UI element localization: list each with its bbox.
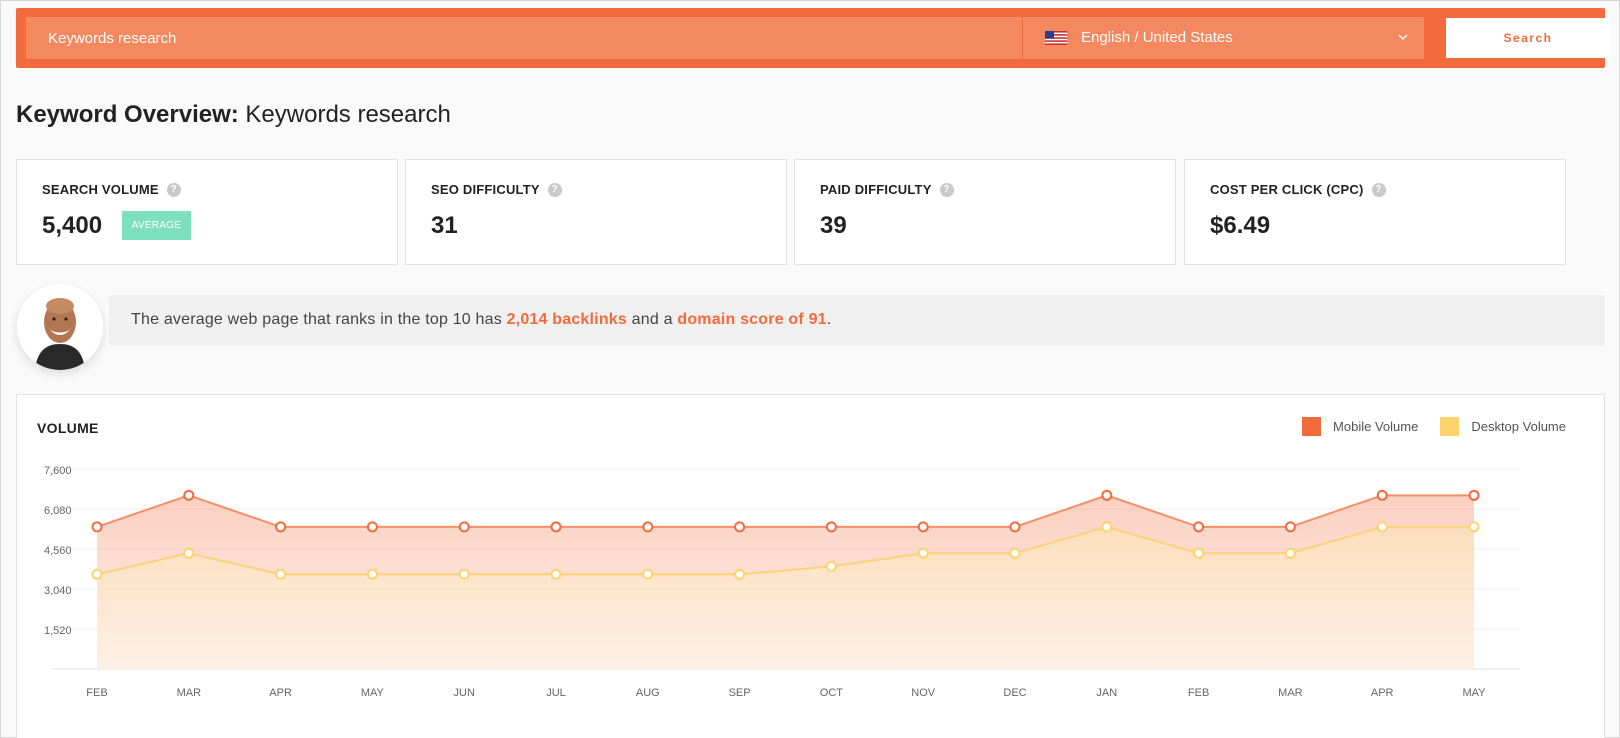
x-tick-label: MAR xyxy=(177,687,202,699)
y-tick-label: 1,520 xyxy=(44,625,72,637)
data-point-mobile xyxy=(917,521,929,533)
search-volume-card: SEARCH VOLUME? 5,400 AVERAGE xyxy=(16,159,398,265)
x-tick-label: JUN xyxy=(454,687,475,699)
data-point-desktop xyxy=(825,560,837,572)
x-tick-label: APR xyxy=(1371,687,1394,699)
help-icon[interactable]: ? xyxy=(1371,183,1386,197)
seo-difficulty-card: SEO DIFFICULTY? 31 xyxy=(405,159,787,265)
data-point-desktop xyxy=(642,568,654,580)
y-tick-label: 3,040 xyxy=(44,585,72,597)
page-title: Keyword Overview: Keywords research xyxy=(16,101,451,129)
data-point-mobile xyxy=(366,521,378,533)
x-tick-label: APR xyxy=(269,687,292,699)
volume-chart: 7,600 6,080 4,560 3,040 1,520 FEB MAR APR MAY JUN… xyxy=(44,465,1520,699)
data-point-mobile xyxy=(550,521,562,533)
data-point-desktop xyxy=(734,568,746,580)
volume-chart-panel: VOLUME Mobile Volume Desktop Volume 7,60… xyxy=(16,394,1605,738)
language-select[interactable]: English / United States xyxy=(1022,17,1424,59)
x-tick-label: MAR xyxy=(1278,687,1303,699)
data-point-desktop xyxy=(366,568,378,580)
page-title-keyword: Keywords research xyxy=(245,101,451,128)
x-tick-label: JAN xyxy=(1096,687,1117,699)
insight-text: The average web page that ranks in the t… xyxy=(131,311,831,329)
search-volume-label: SEARCH VOLUME xyxy=(42,182,159,197)
data-point-desktop xyxy=(275,568,287,580)
data-point-mobile xyxy=(1009,521,1021,533)
data-point-desktop xyxy=(1284,547,1296,559)
seo-difficulty-value: 31 xyxy=(431,212,458,239)
data-point-mobile xyxy=(275,521,287,533)
x-tick-label: FEB xyxy=(86,687,107,699)
data-point-mobile xyxy=(91,521,103,533)
search-button[interactable]: Search xyxy=(1446,18,1610,58)
avatar-portrait-icon xyxy=(17,284,103,370)
paid-difficulty-value: 39 xyxy=(820,212,847,239)
data-point-desktop xyxy=(1009,547,1021,559)
seo-difficulty-label: SEO DIFFICULTY xyxy=(431,182,540,197)
x-tick-label: AUG xyxy=(636,687,660,699)
data-point-mobile xyxy=(1101,489,1113,501)
x-tick-label: MAY xyxy=(361,687,385,699)
data-point-desktop xyxy=(550,568,562,580)
app-frame: English / United States Search Keyword O… xyxy=(0,0,1620,738)
help-icon[interactable]: ? xyxy=(939,183,954,197)
search-bar: English / United States Search xyxy=(16,8,1610,68)
data-point-desktop xyxy=(91,568,103,580)
data-point-desktop xyxy=(1468,521,1480,533)
data-point-desktop xyxy=(1376,521,1388,533)
data-point-desktop xyxy=(1193,547,1205,559)
data-point-mobile xyxy=(183,489,195,501)
avatar xyxy=(17,284,103,370)
data-point-mobile xyxy=(1193,521,1205,533)
data-point-mobile xyxy=(1284,521,1296,533)
search-volume-value: 5,400 xyxy=(42,212,103,239)
us-flag-icon xyxy=(1045,31,1067,45)
keyword-search-input[interactable] xyxy=(26,17,1022,59)
insight-text-part: The average web page that ranks in the t… xyxy=(131,311,507,328)
help-icon[interactable]: ? xyxy=(547,183,562,197)
data-point-mobile xyxy=(734,521,746,533)
cpc-card: COST PER CLICK (CPC)? $6.49 xyxy=(1184,159,1566,265)
language-label: English / United States xyxy=(1081,29,1233,46)
x-tick-label: MAY xyxy=(1462,687,1486,699)
data-point-desktop xyxy=(183,547,195,559)
x-tick-label: SEP xyxy=(729,687,751,699)
y-tick-label: 7,600 xyxy=(44,465,72,477)
x-tick-label: FEB xyxy=(1188,687,1209,699)
data-point-desktop xyxy=(917,547,929,559)
insight-banner: The average web page that ranks in the t… xyxy=(109,295,1605,346)
x-tick-label: DEC xyxy=(1003,687,1026,699)
y-tick-label: 4,560 xyxy=(44,545,72,557)
data-point-mobile xyxy=(458,521,470,533)
paid-difficulty-label: PAID DIFFICULTY xyxy=(820,182,932,197)
cpc-label: COST PER CLICK (CPC) xyxy=(1210,182,1364,197)
data-point-mobile xyxy=(642,521,654,533)
y-tick-label: 6,080 xyxy=(44,505,72,517)
insight-text-part: . xyxy=(826,311,832,328)
backlinks-highlight: 2,014 backlinks xyxy=(506,311,627,328)
chevron-down-icon xyxy=(1398,34,1408,41)
domain-score-highlight: domain score of 91 xyxy=(677,311,827,328)
series-line-mobile xyxy=(96,494,1474,528)
data-point-desktop xyxy=(1101,521,1113,533)
x-tick-label: OCT xyxy=(820,687,844,699)
data-point-mobile xyxy=(1376,489,1388,501)
data-point-mobile xyxy=(1468,489,1480,501)
data-point-mobile xyxy=(825,521,837,533)
insight-text-part: and a xyxy=(627,311,678,328)
x-tick-label: NOV xyxy=(911,687,936,699)
paid-difficulty-card: PAID DIFFICULTY? 39 xyxy=(794,159,1176,265)
data-point-desktop xyxy=(458,568,470,580)
page-title-prefix: Keyword Overview: xyxy=(16,101,239,128)
cpc-value: $6.49 xyxy=(1210,212,1271,239)
x-tick-label: JUL xyxy=(546,687,566,699)
volume-badge: AVERAGE xyxy=(122,211,191,240)
help-icon[interactable]: ? xyxy=(166,183,181,197)
